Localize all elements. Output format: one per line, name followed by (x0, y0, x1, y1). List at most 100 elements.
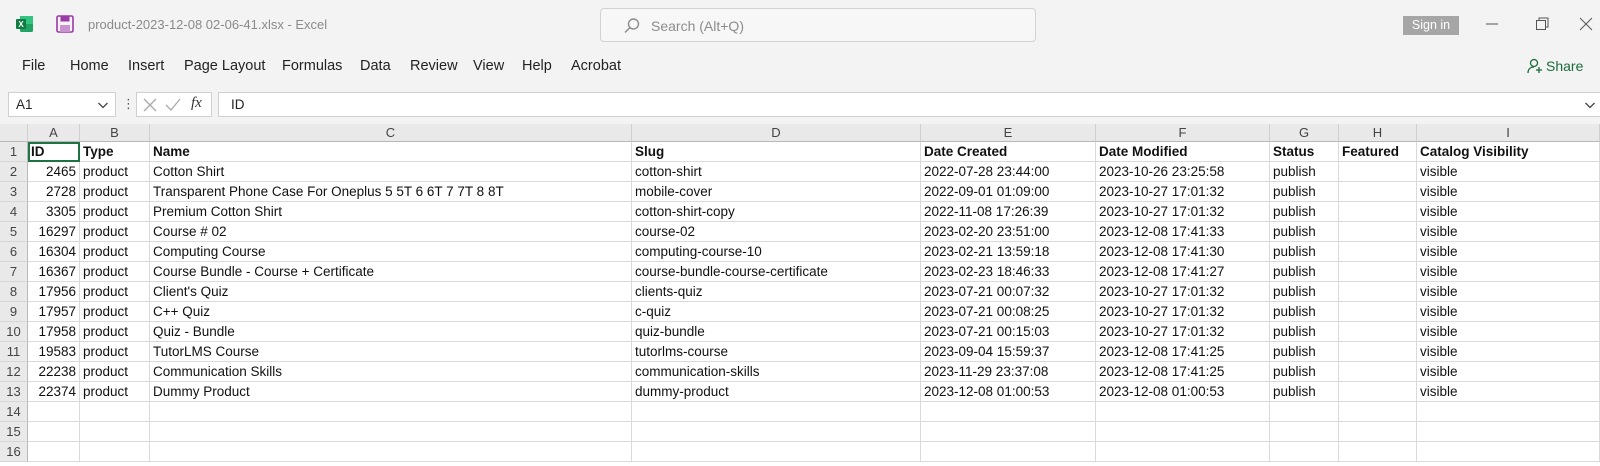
menu-page-layout[interactable]: Page Layout (184, 58, 265, 74)
cell-a3[interactable]: 2728 (28, 182, 80, 202)
cell-f16[interactable] (1096, 442, 1270, 462)
header-cell-f1[interactable]: Date Modified (1096, 142, 1270, 162)
row-header-12[interactable]: 12 (0, 362, 28, 382)
cell-g10[interactable]: publish (1270, 322, 1339, 342)
cell-a15[interactable] (28, 422, 80, 442)
cell-c13[interactable]: Dummy Product (150, 382, 632, 402)
cell-i16[interactable] (1417, 442, 1600, 462)
cell-f13[interactable]: 2023-12-08 01:00:53 (1096, 382, 1270, 402)
insert-function-icon[interactable]: fx (191, 95, 202, 112)
cell-i7[interactable]: visible (1417, 262, 1600, 282)
cell-h3[interactable] (1339, 182, 1417, 202)
cell-h16[interactable] (1339, 442, 1417, 462)
menu-insert[interactable]: Insert (128, 58, 164, 74)
column-header-b[interactable]: B (80, 124, 150, 142)
menu-help[interactable]: Help (522, 58, 552, 74)
column-header-d[interactable]: D (632, 124, 921, 142)
cell-b14[interactable] (80, 402, 150, 422)
cell-b3[interactable]: product (80, 182, 150, 202)
cell-g4[interactable]: publish (1270, 202, 1339, 222)
cell-e9[interactable]: 2023-07-21 00:08:25 (921, 302, 1096, 322)
cell-e8[interactable]: 2023-07-21 00:07:32 (921, 282, 1096, 302)
cell-d12[interactable]: communication-skills (632, 362, 921, 382)
cell-h7[interactable] (1339, 262, 1417, 282)
cell-d8[interactable]: clients-quiz (632, 282, 921, 302)
cell-b9[interactable]: product (80, 302, 150, 322)
cell-a5[interactable]: 16297 (28, 222, 80, 242)
row-header-3[interactable]: 3 (0, 182, 28, 202)
cell-d2[interactable]: cotton-shirt (632, 162, 921, 182)
cell-g13[interactable]: publish (1270, 382, 1339, 402)
cell-h10[interactable] (1339, 322, 1417, 342)
cell-c6[interactable]: Computing Course (150, 242, 632, 262)
cell-i12[interactable]: visible (1417, 362, 1600, 382)
header-cell-d1[interactable]: Slug (632, 142, 921, 162)
row-header-7[interactable]: 7 (0, 262, 28, 282)
cell-f3[interactable]: 2023-10-27 17:01:32 (1096, 182, 1270, 202)
cell-i6[interactable]: visible (1417, 242, 1600, 262)
cell-f9[interactable]: 2023-10-27 17:01:32 (1096, 302, 1270, 322)
cell-a6[interactable]: 16304 (28, 242, 80, 262)
cell-a7[interactable]: 16367 (28, 262, 80, 282)
cell-f11[interactable]: 2023-12-08 17:41:25 (1096, 342, 1270, 362)
cell-e6[interactable]: 2023-02-21 13:59:18 (921, 242, 1096, 262)
cell-g8[interactable]: publish (1270, 282, 1339, 302)
cell-i15[interactable] (1417, 422, 1600, 442)
cell-i5[interactable]: visible (1417, 222, 1600, 242)
restore-icon[interactable] (1532, 14, 1552, 34)
column-header-h[interactable]: H (1339, 124, 1417, 142)
column-header-e[interactable]: E (921, 124, 1096, 142)
column-header-a[interactable]: A (28, 124, 80, 142)
cell-c14[interactable] (150, 402, 632, 422)
cell-e12[interactable]: 2023-11-29 23:37:08 (921, 362, 1096, 382)
cell-a4[interactable]: 3305 (28, 202, 80, 222)
menu-data[interactable]: Data (360, 58, 391, 74)
save-icon[interactable] (56, 15, 74, 33)
cell-i4[interactable]: visible (1417, 202, 1600, 222)
cell-h13[interactable] (1339, 382, 1417, 402)
share-button[interactable]: Share (1546, 58, 1583, 74)
cell-c12[interactable]: Communication Skills (150, 362, 632, 382)
cell-e13[interactable]: 2023-12-08 01:00:53 (921, 382, 1096, 402)
formula-input[interactable]: ID (218, 92, 1600, 117)
cell-f8[interactable]: 2023-10-27 17:01:32 (1096, 282, 1270, 302)
cell-c15[interactable] (150, 422, 632, 442)
cell-i8[interactable]: visible (1417, 282, 1600, 302)
cell-f12[interactable]: 2023-12-08 17:41:25 (1096, 362, 1270, 382)
cell-d5[interactable]: course-02 (632, 222, 921, 242)
cell-d9[interactable]: c-quiz (632, 302, 921, 322)
cell-h2[interactable] (1339, 162, 1417, 182)
cell-c9[interactable]: C++ Quiz (150, 302, 632, 322)
cell-g16[interactable] (1270, 442, 1339, 462)
cell-b2[interactable]: product (80, 162, 150, 182)
cell-c2[interactable]: Cotton Shirt (150, 162, 632, 182)
cell-g11[interactable]: publish (1270, 342, 1339, 362)
cell-i2[interactable]: visible (1417, 162, 1600, 182)
cell-e2[interactable]: 2022-07-28 23:44:00 (921, 162, 1096, 182)
header-cell-a1[interactable]: ID (28, 142, 80, 162)
cell-c16[interactable] (150, 442, 632, 462)
row-header-16[interactable]: 16 (0, 442, 28, 462)
cell-e5[interactable]: 2023-02-20 23:51:00 (921, 222, 1096, 242)
cell-d10[interactable]: quiz-bundle (632, 322, 921, 342)
cell-a13[interactable]: 22374 (28, 382, 80, 402)
header-cell-b1[interactable]: Type (80, 142, 150, 162)
cell-c8[interactable]: Client's Quiz (150, 282, 632, 302)
cell-b15[interactable] (80, 422, 150, 442)
row-header-9[interactable]: 9 (0, 302, 28, 322)
cell-b7[interactable]: product (80, 262, 150, 282)
row-header-8[interactable]: 8 (0, 282, 28, 302)
enter-check-icon[interactable] (165, 98, 181, 112)
cell-h4[interactable] (1339, 202, 1417, 222)
cell-b16[interactable] (80, 442, 150, 462)
cell-d15[interactable] (632, 422, 921, 442)
cell-g7[interactable]: publish (1270, 262, 1339, 282)
cell-h12[interactable] (1339, 362, 1417, 382)
cell-f15[interactable] (1096, 422, 1270, 442)
cell-c5[interactable]: Course # 02 (150, 222, 632, 242)
cell-f14[interactable] (1096, 402, 1270, 422)
cell-h11[interactable] (1339, 342, 1417, 362)
header-cell-g1[interactable]: Status (1270, 142, 1339, 162)
cell-d13[interactable]: dummy-product (632, 382, 921, 402)
row-header-14[interactable]: 14 (0, 402, 28, 422)
